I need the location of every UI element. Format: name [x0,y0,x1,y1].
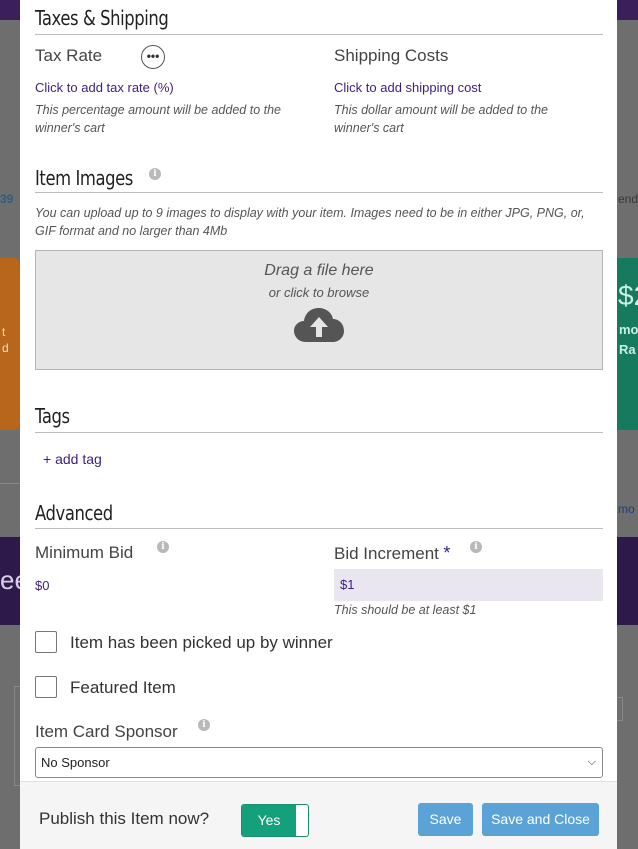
publish-label: Publish this Item now? [39,809,210,828]
shipping-costs-help: This dollar amount will be added to the … [334,103,549,135]
item-card-sponsor-select[interactable]: No Sponsor ⌵ [35,747,603,778]
shipping-costs-label: Shipping Costs [334,46,449,65]
publish-toggle[interactable]: Yes [241,804,309,837]
item-card-sponsor-info-icon[interactable]: i [198,719,210,731]
tax-rate-group: Tax Rate Click to add tax rate (%) This … [35,46,305,137]
featured-item-checkbox[interactable] [35,676,57,698]
image-dropzone[interactable]: Drag a file here or click to browse [35,250,603,370]
background-card-left-line2: d [2,341,9,355]
background-card-right: $2 mo Ra [617,258,638,430]
background-card-line2: Ra [619,342,636,357]
item-images-divider [35,192,603,193]
background-link-right: mo [618,502,635,516]
add-tag-link[interactable]: + add tag [43,451,102,467]
dropzone-main-text: Drag a file here [264,262,374,279]
item-images-info-icon[interactable]: i [149,168,161,180]
bid-increment-input[interactable]: $1 [334,569,603,601]
taxes-shipping-title: Taxes & Shipping [35,6,169,30]
background-panel-right [617,697,623,721]
tags-divider [35,432,603,433]
modal-footer: Publish this Item now? Yes Save Save and… [20,781,617,849]
item-images-help: You can upload up to 9 images to display… [35,206,585,238]
background-tab-left: 39 [0,192,14,206]
background-tab-right: end [618,192,638,206]
background-card-amount: $2 [618,280,638,311]
minimum-bid-value[interactable]: $0 [35,578,49,593]
chevron-down-icon: ⌵ [587,756,596,768]
item-images-title: Item Images [35,166,133,190]
tax-rate-help: This percentage amount will be added to … [35,103,281,135]
tax-rate-link[interactable]: Click to add tax rate (%) [35,80,305,95]
dropzone-sub-text: or click to browse [268,285,370,300]
background-card-line1: mo [619,322,638,337]
background-card-left: t d [0,258,20,430]
picked-up-label: Item has been picked up by winner [70,633,333,652]
required-asterisk: * [443,543,451,563]
edit-item-modal: Taxes & Shipping Tax Rate Click to add t… [20,0,617,849]
item-card-sponsor-label: Item Card Sponsor [35,722,178,741]
publish-toggle-yes: Yes [242,805,296,836]
background-divider [0,483,20,484]
bid-increment-label-row: Bid Increment * [334,543,450,564]
picked-up-checkbox[interactable] [35,631,57,653]
shipping-costs-group: Shipping Costs Click to add shipping cos… [334,46,604,137]
tags-title: Tags [35,404,70,428]
advanced-title: Advanced [35,501,113,525]
save-and-close-button[interactable]: Save and Close [482,803,599,836]
taxes-shipping-divider [35,34,603,35]
advanced-divider [35,528,603,529]
cloud-upload-icon [294,308,344,342]
bid-increment-label: Bid Increment [334,544,439,563]
item-card-sponsor-selected: No Sponsor [41,755,110,770]
minimum-bid-label: Minimum Bid [35,543,134,562]
bid-increment-help: This should be at least $1 [334,603,477,617]
tax-rate-label: Tax Rate [35,46,103,65]
background-card-left-line1: t [2,325,6,339]
minimum-bid-info-icon[interactable]: i [157,541,169,553]
save-button[interactable]: Save [418,803,473,836]
tax-rate-more-button[interactable]: ••• [141,45,165,69]
featured-item-label: Featured Item [70,678,176,697]
bid-increment-info-icon[interactable]: i [470,541,482,553]
shipping-costs-link[interactable]: Click to add shipping cost [334,80,604,95]
